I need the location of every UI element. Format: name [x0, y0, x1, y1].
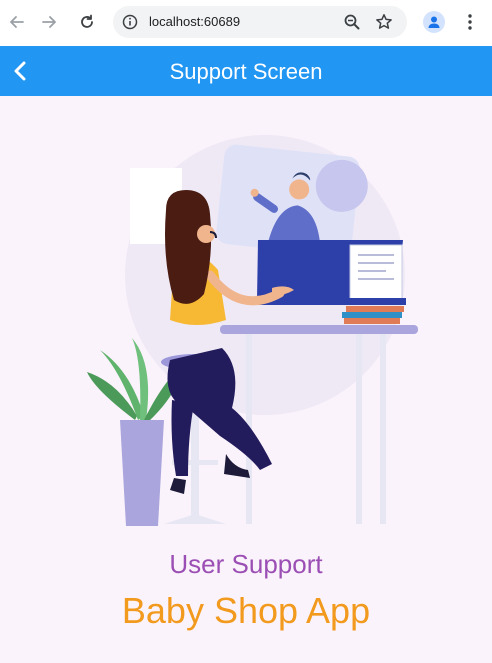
- browser-forward-button[interactable]: [38, 11, 60, 33]
- arrow-left-icon: [10, 16, 24, 28]
- zoom-icon[interactable]: [343, 13, 361, 36]
- user-support-subtitle: User Support: [169, 549, 323, 579]
- more-vert-icon: [468, 14, 472, 30]
- address-bar[interactable]: localhost:60689: [113, 6, 407, 38]
- app-name-headline: Baby Shop App: [121, 590, 371, 631]
- browser-reload-button[interactable]: [76, 11, 98, 33]
- address-url[interactable]: localhost:60689: [149, 14, 240, 29]
- browser-menu-button[interactable]: [460, 11, 480, 33]
- support-illustration: [87, 135, 418, 526]
- profile-button[interactable]: [423, 11, 445, 33]
- reload-icon: [81, 14, 93, 28]
- arrow-right-icon: [42, 16, 56, 28]
- browser-toolbar: localhost:60689: [0, 0, 492, 46]
- browser-back-button[interactable]: [6, 11, 28, 33]
- page-title: Support Screen: [169, 59, 323, 84]
- info-icon[interactable]: [122, 14, 138, 35]
- app-bar: Support Screen: [0, 46, 492, 96]
- profile-icon: [428, 16, 440, 28]
- star-icon[interactable]: [375, 13, 393, 36]
